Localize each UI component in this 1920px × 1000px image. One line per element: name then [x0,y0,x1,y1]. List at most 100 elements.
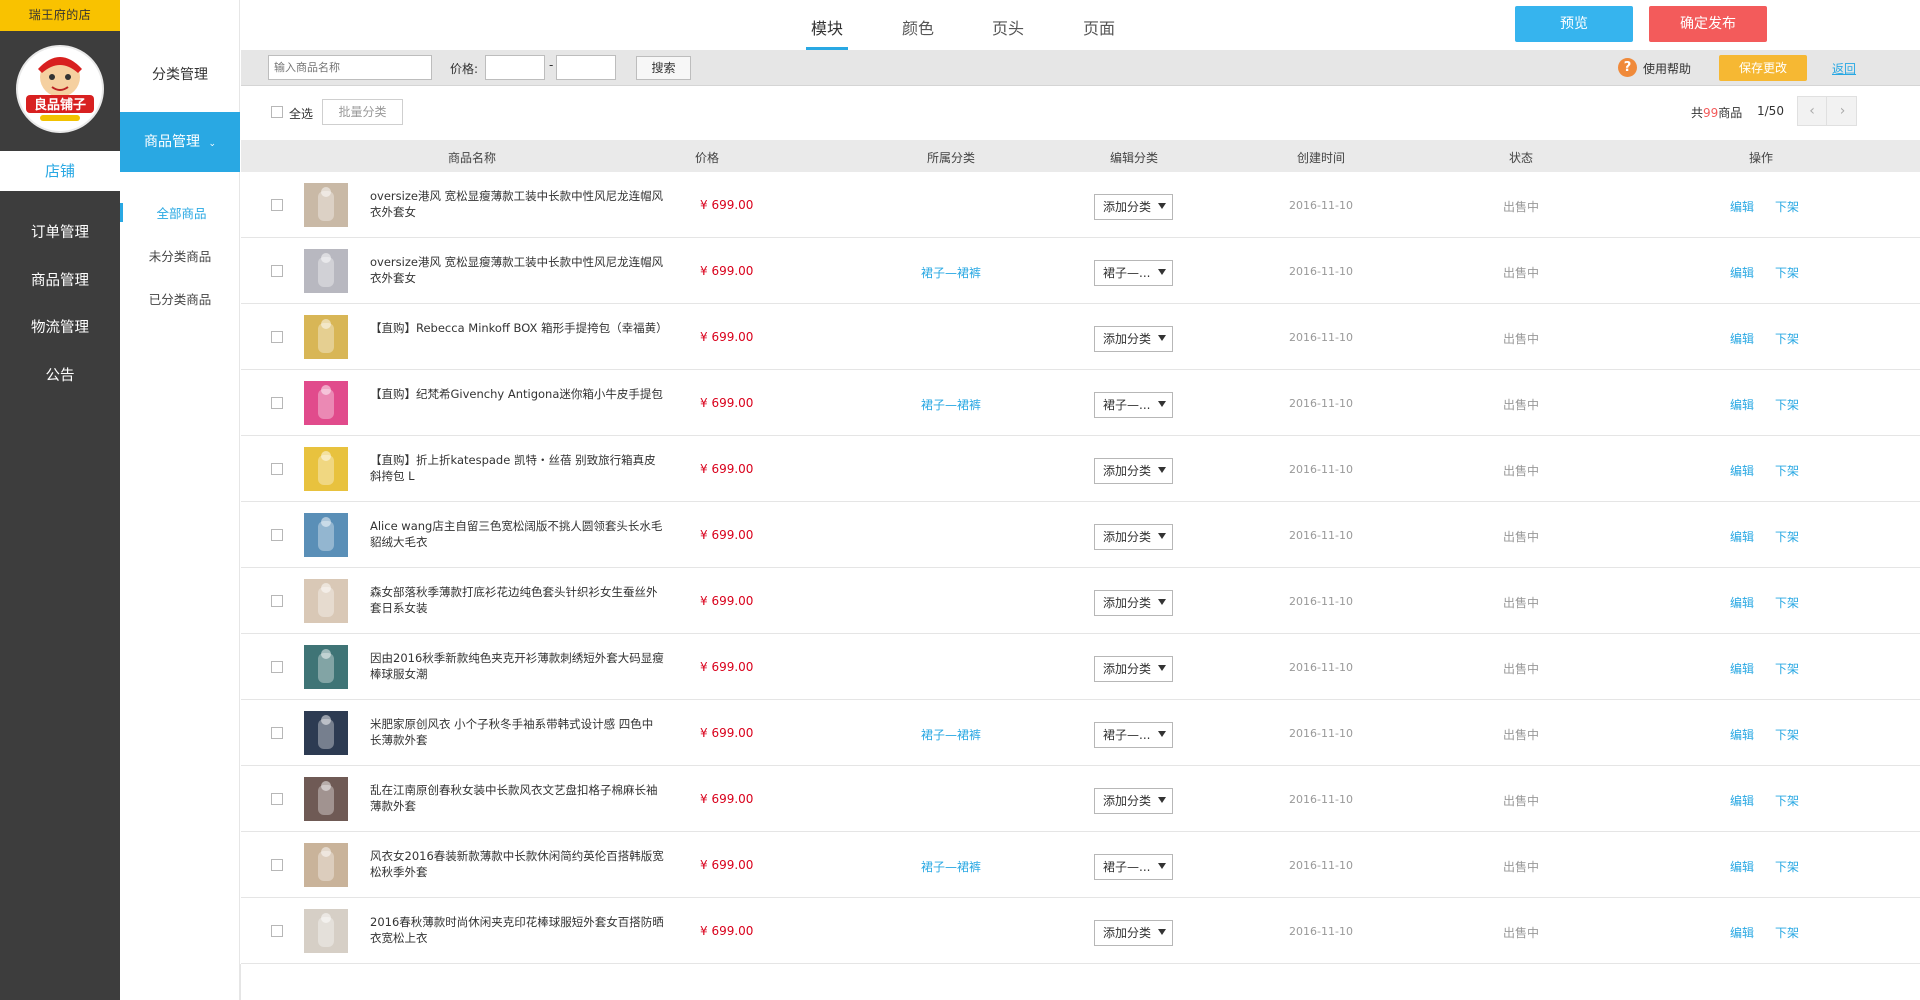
edit-link[interactable]: 编辑 [1730,396,1754,413]
product-name[interactable]: 2016春秋薄款时尚休闲夹克印花棒球服短外套女百搭防晒衣宽松上衣 [370,914,664,946]
product-thumbnail[interactable] [304,315,348,359]
category-select[interactable]: 添加分类 [1094,194,1173,220]
product-category[interactable]: 裙子—裙裤 [891,858,1011,875]
product-name[interactable]: 森女部落秋季薄款打底衫花边纯色套头针织衫女生蚕丝外套日系女装 [370,584,664,616]
category-select[interactable]: 裙子—... [1094,854,1173,880]
category-select[interactable]: 裙子—... [1094,722,1173,748]
product-category[interactable]: 裙子—裙裤 [891,264,1011,281]
product-name[interactable]: 【直购】纪梵希Givenchy Antigona迷你箱小牛皮手提包 [370,386,664,402]
row-checkbox[interactable] [271,463,283,475]
product-thumbnail[interactable] [304,183,348,227]
row-checkbox[interactable] [271,925,283,937]
tab-color[interactable]: 颜色 [902,15,934,39]
product-name[interactable]: 【直购】折上折katespade 凯特・丝蓓 别致旅行箱真皮斜挎包 L [370,452,664,484]
takedown-link[interactable]: 下架 [1775,330,1799,347]
product-thumbnail[interactable] [304,843,348,887]
sidebar-item-notice[interactable]: 公告 [0,364,120,385]
publish-button[interactable]: 确定发布 [1649,6,1767,42]
sidebar-item-logistics[interactable]: 物流管理 [0,316,120,337]
product-name[interactable]: 米肥家原创风衣 小个子秋冬手袖系带韩式设计感 四色中长薄款外套 [370,716,664,748]
edit-link[interactable]: 编辑 [1730,462,1754,479]
takedown-link[interactable]: 下架 [1775,396,1799,413]
save-changes-button[interactable]: 保存更改 [1719,55,1807,81]
sidebar-item-goods[interactable]: 商品管理 [0,269,120,290]
next-page-icon[interactable]: › [1828,97,1857,125]
category-select[interactable]: 添加分类 [1094,920,1173,946]
subnav-categorized[interactable]: 已分类商品 [120,289,240,308]
takedown-link[interactable]: 下架 [1775,726,1799,743]
row-checkbox[interactable] [271,265,283,277]
help-link[interactable]: 使用帮助 [1643,60,1691,77]
row-checkbox[interactable] [271,331,283,343]
row-checkbox[interactable] [271,595,283,607]
row-checkbox[interactable] [271,727,283,739]
category-select[interactable]: 添加分类 [1094,524,1173,550]
back-link[interactable]: 返回 [1832,60,1856,77]
edit-link[interactable]: 编辑 [1730,528,1754,545]
category-select[interactable]: 添加分类 [1094,590,1173,616]
takedown-link[interactable]: 下架 [1775,858,1799,875]
edit-link[interactable]: 编辑 [1730,198,1754,215]
takedown-link[interactable]: 下架 [1775,264,1799,281]
tab-module[interactable]: 模块 [811,15,843,39]
subnav-category-mgmt[interactable]: 分类管理 [120,64,240,84]
product-name[interactable]: 乱在江南原创春秋女装中长款风衣文艺盘扣格子棉麻长袖薄款外套 [370,782,664,814]
product-thumbnail[interactable] [304,249,348,293]
takedown-link[interactable]: 下架 [1775,660,1799,677]
price-min-input[interactable] [485,55,545,80]
category-select[interactable]: 裙子—... [1094,392,1173,418]
edit-link[interactable]: 编辑 [1730,924,1754,941]
takedown-link[interactable]: 下架 [1775,792,1799,809]
category-select[interactable]: 裙子—... [1094,260,1173,286]
product-thumbnail[interactable] [304,909,348,953]
category-select[interactable]: 添加分类 [1094,458,1173,484]
batch-category-button[interactable]: 批量分类 [322,99,403,125]
prev-page-icon[interactable]: ‹ [1798,97,1827,125]
product-thumbnail[interactable] [304,579,348,623]
select-all-checkbox[interactable] [271,106,283,118]
product-thumbnail[interactable] [304,777,348,821]
preview-button[interactable]: 预览 [1515,6,1633,42]
subnav-uncategorized[interactable]: 未分类商品 [120,246,240,265]
product-name[interactable]: Alice wang店主自留三色宽松阔版不挑人圆领套头长水毛貂绒大毛衣 [370,518,664,550]
help-icon[interactable]: ? [1618,58,1637,77]
search-input[interactable] [268,55,432,80]
row-checkbox[interactable] [271,793,283,805]
product-category[interactable]: 裙子—裙裤 [891,396,1011,413]
subnav-goods-mgmt[interactable]: 商品管理 ⌄ [120,112,240,172]
subnav-all-goods[interactable]: 全部商品 [120,203,240,222]
product-name[interactable]: 因由2016秋季新款纯色夹克开衫薄款刺绣短外套大码显瘦棒球服女潮 [370,650,664,682]
edit-link[interactable]: 编辑 [1730,330,1754,347]
product-thumbnail[interactable] [304,447,348,491]
edit-link[interactable]: 编辑 [1730,264,1754,281]
category-select[interactable]: 添加分类 [1094,788,1173,814]
edit-link[interactable]: 编辑 [1730,858,1754,875]
row-checkbox[interactable] [271,397,283,409]
product-thumbnail[interactable] [304,645,348,689]
takedown-link[interactable]: 下架 [1775,594,1799,611]
product-name[interactable]: 风衣女2016春装新款薄款中长款休闲简约英伦百搭韩版宽松秋季外套 [370,848,664,880]
edit-link[interactable]: 编辑 [1730,792,1754,809]
takedown-link[interactable]: 下架 [1775,528,1799,545]
tab-page[interactable]: 页面 [1083,15,1115,39]
product-category[interactable]: 裙子—裙裤 [891,726,1011,743]
row-checkbox[interactable] [271,199,283,211]
search-button[interactable]: 搜索 [636,56,691,80]
edit-link[interactable]: 编辑 [1730,726,1754,743]
edit-link[interactable]: 编辑 [1730,660,1754,677]
product-thumbnail[interactable] [304,711,348,755]
store-tab[interactable]: 店铺 [0,151,120,191]
product-name[interactable]: oversize港风 宽松显瘦薄款工装中长款中性风尼龙连帽风衣外套女 [370,254,664,286]
edit-link[interactable]: 编辑 [1730,594,1754,611]
product-thumbnail[interactable] [304,513,348,557]
product-thumbnail[interactable] [304,381,348,425]
takedown-link[interactable]: 下架 [1775,924,1799,941]
row-checkbox[interactable] [271,859,283,871]
tab-header[interactable]: 页头 [992,15,1024,39]
product-name[interactable]: 【直购】Rebecca Minkoff BOX 箱形手提挎包（幸福黄） [370,320,668,336]
takedown-link[interactable]: 下架 [1775,462,1799,479]
product-name[interactable]: oversize港风 宽松显瘦薄款工装中长款中性风尼龙连帽风衣外套女 [370,188,664,220]
price-max-input[interactable] [556,55,616,80]
row-checkbox[interactable] [271,529,283,541]
row-checkbox[interactable] [271,661,283,673]
